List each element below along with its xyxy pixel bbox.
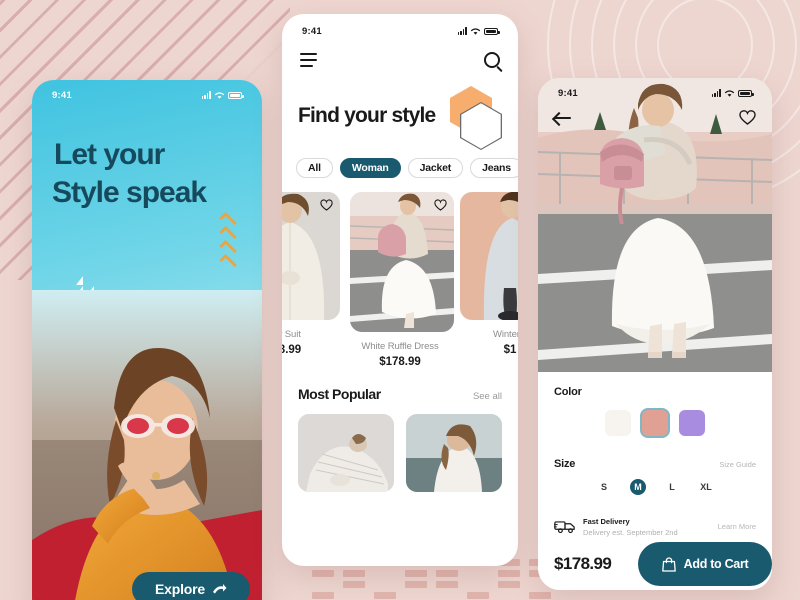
color-swatch-purple[interactable] — [679, 410, 705, 436]
popular-card[interactable] — [406, 414, 502, 492]
size-label: Size — [554, 458, 576, 470]
see-all-link[interactable]: See all — [473, 391, 502, 402]
wifi-icon — [214, 91, 225, 99]
headline-line-2: Style speak — [52, 176, 207, 210]
catalog-screen: 9:41 Find your style All Woman Jacket Jeans… — [282, 14, 518, 566]
onboarding-headline: Let your Style speak — [32, 106, 262, 213]
status-bar: 9:41 — [32, 80, 262, 106]
delivery-truck-icon — [554, 521, 575, 534]
product-image — [282, 192, 340, 320]
size-option-s[interactable]: S — [596, 479, 612, 495]
product-card[interactable]: r Suit 8.99 — [282, 192, 340, 368]
product-name: Winter c — [492, 329, 518, 340]
product-detail-screen: 9:41 Color Size Size Guide S M L XL Fast… — [538, 78, 772, 590]
purchase-bar: $178.99 Add to Cart — [538, 538, 772, 590]
product-image — [350, 192, 454, 332]
hamburger-menu-icon[interactable] — [300, 53, 317, 67]
status-indicators — [457, 27, 500, 36]
chip-label: Jeans — [482, 162, 511, 174]
status-time: 9:41 — [558, 87, 578, 99]
status-time: 9:41 — [52, 89, 72, 101]
status-indicators — [711, 89, 754, 98]
learn-more-link[interactable]: Learn More — [718, 522, 756, 531]
heart-outline-icon[interactable] — [739, 110, 756, 125]
heart-outline-icon[interactable] — [320, 199, 333, 211]
most-popular-header: Most Popular See all — [282, 368, 518, 402]
size-header: Size Size Guide — [554, 458, 756, 470]
delivery-left: Fast Delivery Delivery est. September 2n… — [554, 517, 678, 537]
status-bar: 9:41 — [282, 14, 518, 40]
product-card[interactable]: Winter c $1 — [460, 192, 518, 368]
chevron-up-icon — [219, 211, 237, 272]
category-chip-woman[interactable]: Woman — [339, 158, 401, 178]
chip-label: All — [308, 162, 321, 174]
battery-icon — [484, 27, 500, 35]
chip-label: Woman — [351, 162, 389, 174]
size-option-l[interactable]: L — [664, 479, 680, 495]
color-swatch-cream[interactable] — [605, 410, 631, 436]
search-icon[interactable] — [484, 52, 500, 68]
product-carousel[interactable]: r Suit 8.99 White Ruffle Dress $178.99 Win… — [282, 178, 518, 368]
status-time: 9:41 — [302, 25, 322, 37]
category-chip-all[interactable]: All — [296, 158, 333, 178]
arrow-right-icon — [212, 583, 227, 593]
status-indicators — [201, 91, 244, 100]
product-name: r Suit — [282, 329, 301, 340]
headline-line-1: Let your — [54, 138, 165, 171]
delivery-subtitle: Delivery est. September 2nd — [583, 527, 678, 537]
size-option-xl[interactable]: XL — [698, 479, 714, 495]
battery-icon — [738, 89, 754, 97]
catalog-top-bar — [282, 40, 518, 68]
explore-label: Explore — [155, 581, 205, 597]
wifi-icon — [470, 27, 481, 35]
page-title: Find your style — [298, 104, 436, 127]
category-chip-jeans[interactable]: Jeans — [470, 158, 518, 178]
wifi-icon — [724, 89, 735, 97]
product-card[interactable]: White Ruffle Dress $178.99 — [350, 192, 454, 368]
shopping-bag-icon — [661, 556, 676, 572]
product-name: White Ruffle Dress — [361, 341, 439, 352]
product-price: $178.99 — [554, 554, 612, 573]
delivery-title: Fast Delivery — [583, 517, 630, 526]
add-to-cart-label: Add to Cart — [683, 557, 749, 571]
signal-bars-icon — [201, 91, 211, 99]
delivery-info: Fast Delivery Delivery est. September 2n… — [554, 517, 756, 537]
color-label: Color — [554, 386, 582, 398]
status-bar: 9:41 — [538, 78, 772, 104]
signal-bars-icon — [711, 89, 721, 97]
back-arrow-icon[interactable] — [554, 111, 571, 125]
most-popular-row — [282, 402, 518, 492]
section-title: Most Popular — [298, 386, 381, 402]
category-chip-jacket[interactable]: Jacket — [407, 158, 464, 178]
catalog-title-row: Find your style — [282, 68, 518, 150]
hero-photo — [32, 290, 262, 600]
popular-card[interactable] — [298, 414, 394, 492]
size-option-m[interactable]: M — [630, 479, 646, 495]
product-options-panel: Color Size Size Guide S M L XL Fast Deliver… — [538, 372, 772, 590]
battery-icon — [228, 91, 244, 99]
product-price: 8.99 — [282, 344, 302, 356]
color-swatch-salmon[interactable] — [642, 410, 668, 436]
signal-bars-icon — [457, 27, 467, 35]
explore-button[interactable]: Explore — [132, 572, 250, 600]
add-to-cart-button[interactable]: Add to Cart — [638, 542, 772, 586]
product-price: $178.99 — [379, 356, 421, 368]
size-option-list[interactable]: S M L XL — [554, 479, 756, 495]
product-image — [460, 192, 518, 320]
product-price: $1 — [503, 344, 517, 356]
onboarding-screen: 9:41 Let your Style speak Explore — [32, 80, 262, 600]
color-swatch-list[interactable] — [554, 410, 756, 436]
hexagon-logo-icon — [444, 86, 502, 150]
category-chip-list[interactable]: AllWomanJacketJeansDre — [282, 146, 518, 178]
size-guide-link[interactable]: Size Guide — [719, 460, 756, 469]
photo-overlay-controls — [538, 110, 772, 125]
chip-label: Jacket — [419, 162, 452, 174]
heart-outline-icon[interactable] — [434, 199, 447, 211]
